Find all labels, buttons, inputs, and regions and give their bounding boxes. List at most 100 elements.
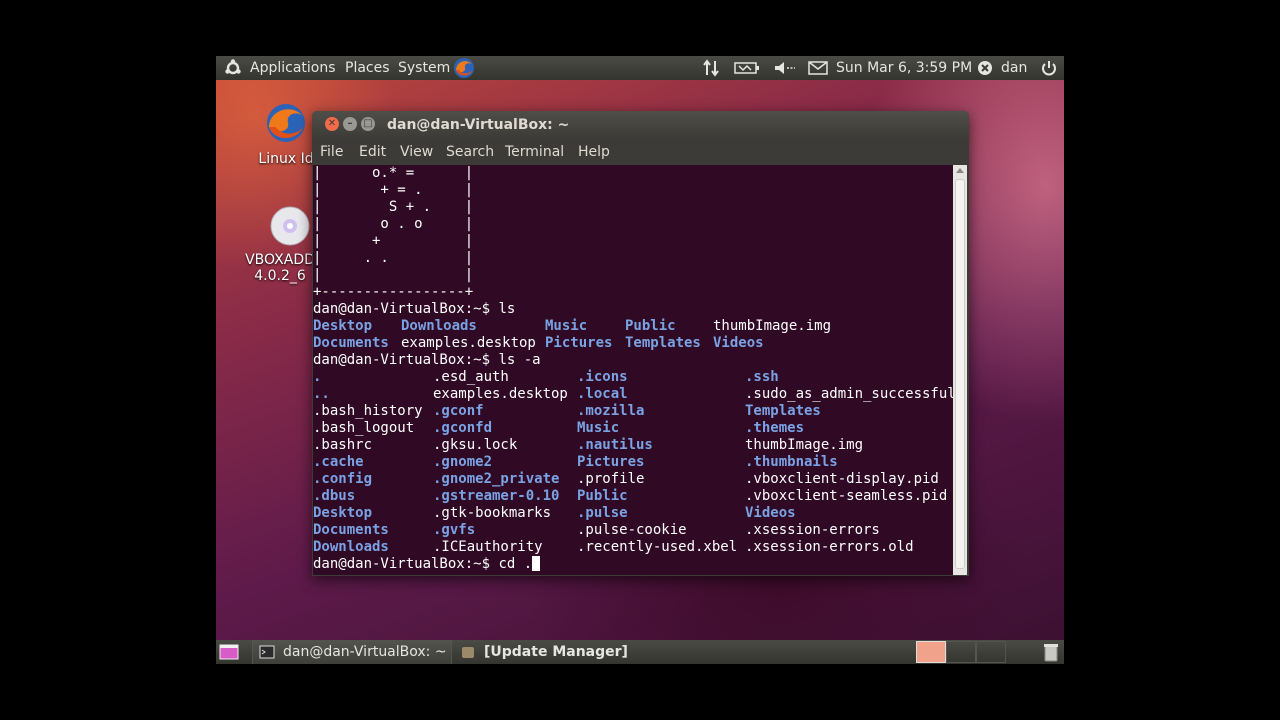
bottom-panel: dan@dan-VirtualBox: ~ [Update Manager] <box>216 640 1064 664</box>
directory-entry: .ssh <box>745 369 779 385</box>
menu-help[interactable]: Help <box>578 139 610 165</box>
directory-entry: Documents <box>313 522 389 538</box>
workspace-2[interactable] <box>946 641 976 663</box>
show-desktop-icon[interactable] <box>218 640 240 664</box>
menu-search[interactable]: Search <box>446 139 494 165</box>
directory-entry: .gconfd <box>433 420 493 436</box>
menu-view[interactable]: View <box>400 139 433 165</box>
command-input: cd . <box>498 556 533 572</box>
key-randomart-line: | S + . | <box>313 199 473 216</box>
taskbar-item-terminal[interactable]: dan@dan-VirtualBox: ~ <box>252 640 452 664</box>
desktop-icon-label: VBOXADD <box>245 252 315 268</box>
workspace-3[interactable] <box>976 641 1006 663</box>
key-randomart-line: +-----------------+ <box>313 284 473 301</box>
directory-entry: .pulse <box>577 505 628 521</box>
power-icon[interactable] <box>1040 56 1058 80</box>
desktop-icon-vboxadditions[interactable]: VBOXADD 4.0.2_6 <box>240 204 320 284</box>
file-entry: .bashrc <box>313 437 373 453</box>
directory-entry: .gstreamer-0.10 <box>433 488 560 504</box>
terminal-output[interactable]: | o.* = | | + = . | | S + . | | o . o | | + … <box>313 165 953 575</box>
randomart-text: | + | <box>313 233 474 249</box>
directory-entry: Templates <box>745 403 821 419</box>
key-randomart-line: | o . o | <box>313 216 473 233</box>
places-menu[interactable]: Places <box>345 56 390 80</box>
randomart-text: | . . | <box>313 250 474 266</box>
file-entry: .xsession-errors <box>745 522 880 538</box>
taskbar-label: dan@dan-VirtualBox: ~ <box>283 644 447 660</box>
file-entry: .vboxclient-display.pid <box>745 471 939 487</box>
directory-entry: .cache <box>313 454 364 470</box>
ubuntu-logo-icon[interactable] <box>224 56 242 80</box>
network-icon[interactable] <box>702 56 720 80</box>
directory-entry: Public <box>625 318 676 334</box>
directory-entry: .gnome2_private <box>433 471 560 487</box>
volume-icon[interactable] <box>773 56 797 80</box>
taskbar-item-update-manager[interactable]: [Update Manager] <box>454 640 654 664</box>
directory-entry: .nautilus <box>577 437 653 453</box>
applications-menu[interactable]: Applications <box>250 56 336 80</box>
directory-entry: .config <box>313 471 373 487</box>
desktop: Applications Places System Sun Mar 6, 3:… <box>216 56 1064 664</box>
key-randomart-line: | | <box>313 267 473 284</box>
directory-entry: .gconf <box>433 403 484 419</box>
text-cursor <box>532 556 541 571</box>
clock[interactable]: Sun Mar 6, 3:59 PM <box>836 56 972 80</box>
randomart-text: | + = . | <box>313 182 474 198</box>
maximize-button[interactable]: □ <box>361 117 375 131</box>
directory-entry: .thumbnails <box>745 454 838 470</box>
menu-file[interactable]: File <box>320 139 343 165</box>
desktop-icon-label: Linux Id <box>258 151 314 167</box>
system-menu[interactable]: System <box>398 56 450 80</box>
workspace-1[interactable] <box>916 641 946 663</box>
title-bar[interactable]: ✕ – □ dan@dan-VirtualBox: ~ <box>312 111 969 139</box>
directory-entry: Public <box>577 488 628 504</box>
terminal-icon <box>259 645 275 659</box>
menu-bar: File Edit View Search Terminal Help <box>312 139 969 165</box>
directory-entry: Pictures <box>545 335 613 351</box>
directory-entry: .dbus <box>313 488 356 504</box>
scroll-up-arrow-icon[interactable] <box>956 168 964 173</box>
directory-entry: .local <box>577 386 628 402</box>
file-entry: .bash_history <box>313 403 423 419</box>
randomart-text: | S + . | <box>313 199 474 215</box>
mail-icon[interactable] <box>808 56 828 80</box>
file-entry: .xsession-errors.old <box>745 539 914 555</box>
taskbar-label: [Update Manager] <box>484 644 628 660</box>
menu-terminal[interactable]: Terminal <box>505 139 564 165</box>
user-status-icon[interactable] <box>976 56 994 80</box>
file-entry: .esd_auth <box>433 369 509 385</box>
directory-entry: Documents <box>313 335 389 351</box>
menu-edit[interactable]: Edit <box>359 139 386 165</box>
directory-entry: Desktop <box>313 505 373 521</box>
directory-entry: .mozilla <box>577 403 645 419</box>
scrollbar[interactable] <box>953 165 967 575</box>
minimize-button[interactable]: – <box>343 117 357 131</box>
terminal-window: ✕ – □ dan@dan-VirtualBox: ~ File Edit Vi… <box>312 111 969 576</box>
battery-icon[interactable] <box>734 56 760 80</box>
randomart-text: | | <box>313 267 474 283</box>
key-randomart-line: | . . | <box>313 250 473 267</box>
prompt-line-current: dan@dan-VirtualBox:~$ cd . <box>313 556 541 573</box>
directory-entry: Pictures <box>577 454 645 470</box>
prompt-line: dan@dan-VirtualBox:~$ ls -a <box>313 352 541 369</box>
update-manager-icon <box>462 647 474 658</box>
file-entry: .recently-used.xbel <box>577 539 738 555</box>
prompt: dan@dan-VirtualBox:~$ <box>313 301 499 317</box>
directory-entry: . <box>313 369 322 385</box>
file-entry: .pulse-cookie <box>577 522 687 538</box>
user-name[interactable]: dan <box>1001 56 1027 80</box>
desktop-icon-firefox[interactable]: Linux Id <box>256 101 316 167</box>
randomart-text: | o . o | <box>313 216 474 232</box>
trash-icon[interactable] <box>1042 640 1060 664</box>
firefox-launcher-icon[interactable] <box>452 56 476 80</box>
window-title: dan@dan-VirtualBox: ~ <box>387 117 570 133</box>
file-entry: .ICEauthority <box>433 539 543 555</box>
cd-icon <box>270 206 310 246</box>
directory-entry: Videos <box>713 335 764 351</box>
key-randomart-line: | + = . | <box>313 182 473 199</box>
directory-entry: .gnome2 <box>433 454 493 470</box>
directory-entry: Downloads <box>401 318 477 334</box>
close-button[interactable]: ✕ <box>325 117 339 131</box>
file-entry: thumbImage.img <box>745 437 864 453</box>
scrollbar-thumb[interactable] <box>955 179 965 569</box>
